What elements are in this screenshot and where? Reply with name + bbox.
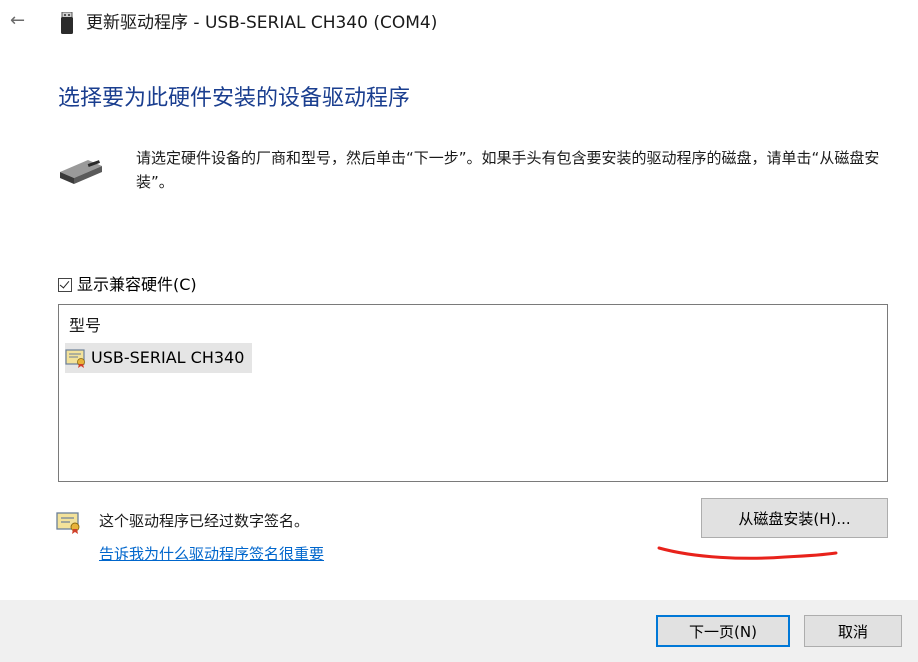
model-list[interactable]: 型号 USB-SERIAL CH340 <box>58 304 888 482</box>
page-heading: 选择要为此硬件安装的设备驱动程序 <box>58 86 411 111</box>
usb-device-icon <box>61 12 73 34</box>
cancel-button[interactable]: 取消 <box>804 615 902 647</box>
instructions-text: 请选定硬件设备的厂商和型号，然后单击“下一步”。如果手头有包含要安装的驱动程序的… <box>136 149 880 191</box>
signed-driver-icon <box>65 349 85 368</box>
compat-label: 显示兼容硬件(C) <box>77 275 197 294</box>
model-column-header: 型号 <box>69 316 102 335</box>
red-underline-annotation <box>657 546 838 560</box>
show-compatible-hardware-checkbox[interactable]: 显示兼容硬件(C) <box>58 274 197 296</box>
certificate-icon <box>56 512 80 534</box>
next-button[interactable]: 下一页(N) <box>656 615 790 647</box>
have-disk-button[interactable]: 从磁盘安装(H)... <box>701 498 888 538</box>
list-item[interactable]: USB-SERIAL CH340 <box>65 343 253 373</box>
model-name: USB-SERIAL CH340 <box>91 348 245 367</box>
signature-status-text: 这个驱动程序已经过数字签名。 <box>99 512 310 530</box>
hardware-device-icon <box>60 160 102 184</box>
window-title: 更新驱动程序 - USB-SERIAL CH340 (COM4) <box>86 13 438 33</box>
checkbox-checked-icon[interactable] <box>58 278 72 292</box>
back-button[interactable]: ← <box>10 10 25 32</box>
driver-signing-help-link[interactable]: 告诉我为什么驱动程序签名很重要 <box>99 543 324 565</box>
